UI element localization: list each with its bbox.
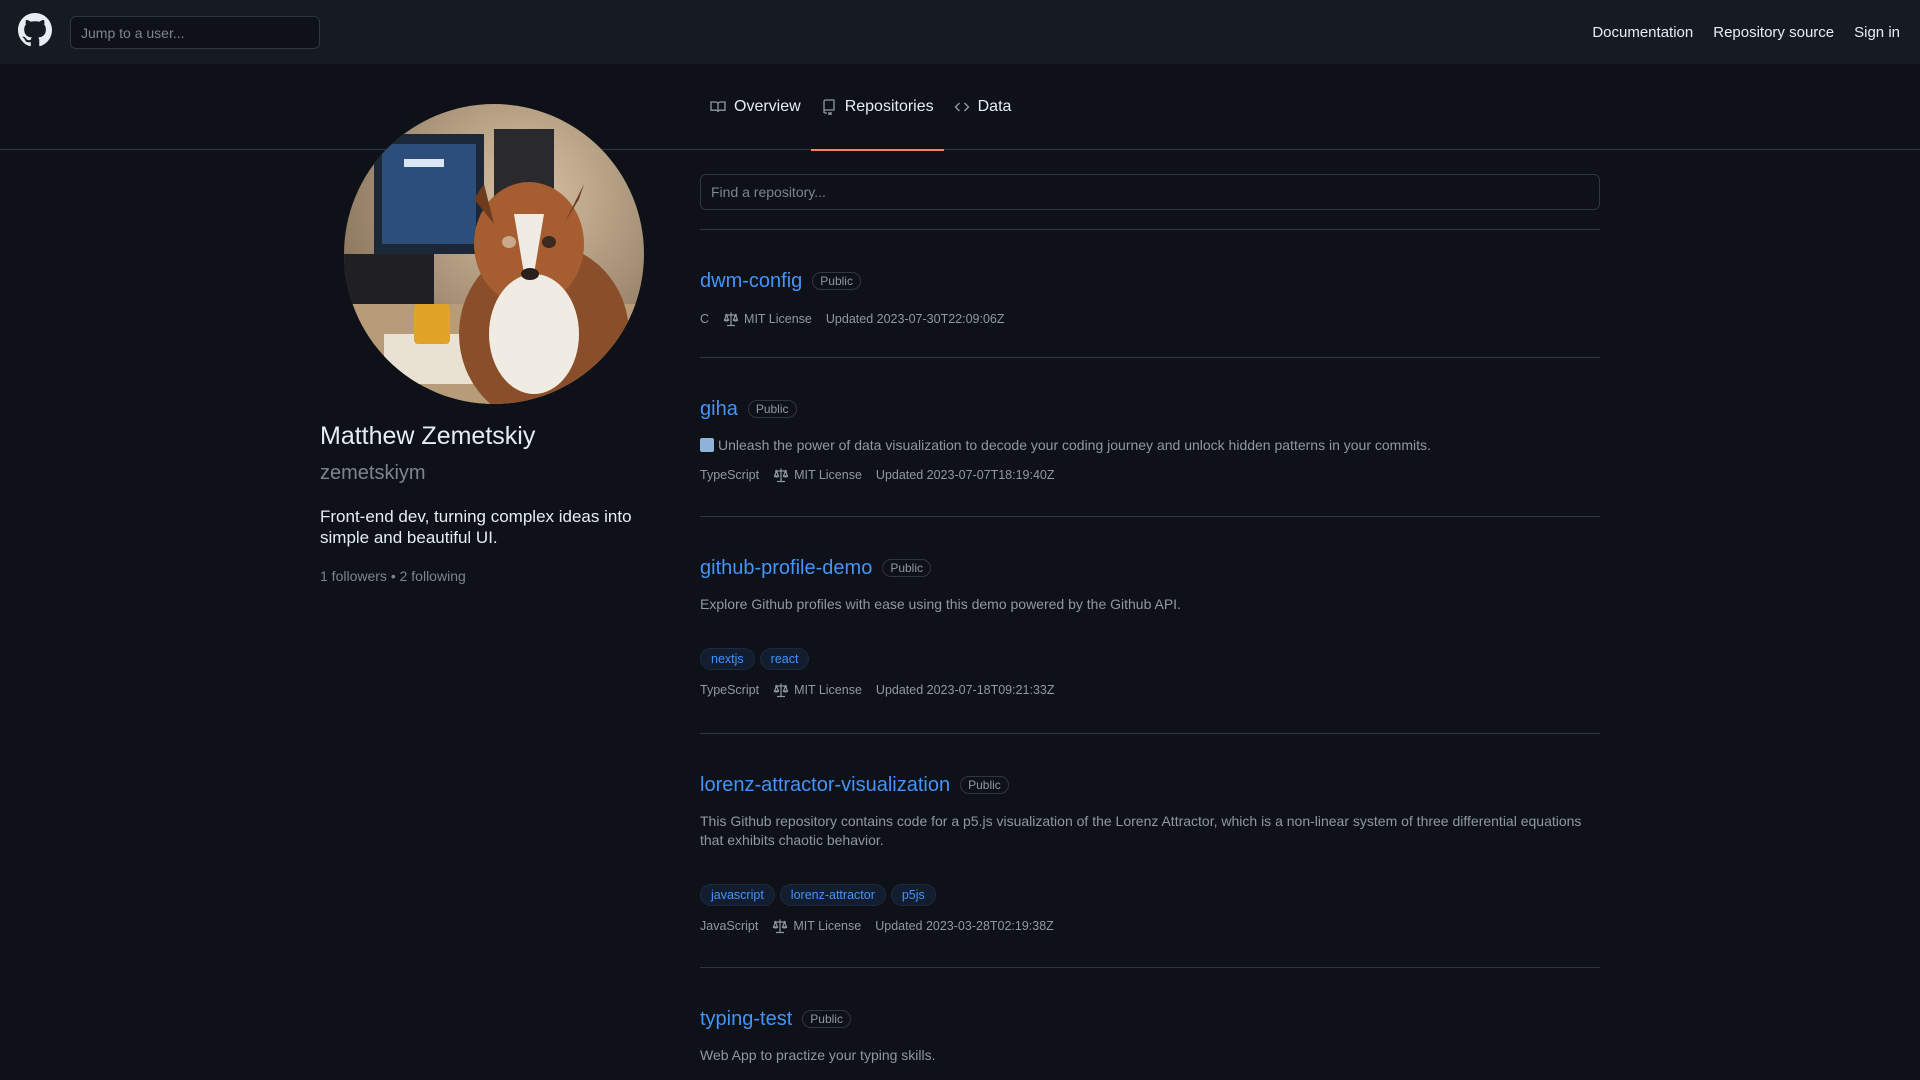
code-icon [954,102,970,112]
repo-description: Explore Github profiles with ease using … [700,596,1181,612]
topic-tag[interactable]: nextjs [700,647,755,670]
repo-name-link[interactable]: dwm-config [700,270,802,293]
visibility-badge: Public [882,559,932,577]
tab-data-label: Data [977,98,1012,115]
repo-license-label: MIT License [793,918,862,933]
top-nav: Documentation Repository source Sign in [1592,0,1900,64]
avatar-image [344,104,644,404]
repo-icon [823,99,835,115]
repo-name-link[interactable]: lorenz-attractor-visualization [700,774,950,797]
visibility-badge: Public [960,776,1009,794]
list-divider [700,733,1600,734]
repo-language: TypeScript [700,467,760,482]
repo-description: This Github repository contains code for… [700,813,1582,848]
repository-source-link[interactable]: Repository source [1713,24,1834,41]
repo-description-text: Unleash the power of data visualization … [718,437,1431,453]
repo-name-link[interactable]: github-profile-demo [700,557,872,580]
law-icon [773,468,789,482]
topic-tag[interactable]: p5js [890,883,936,906]
repo-topics: nextjs react [700,647,1600,670]
avatar [344,104,644,404]
list-divider [700,516,1600,517]
repo-license: MIT License [773,467,862,483]
profile-login: zemetskiym [320,462,426,484]
repo-language: JavaScript [700,918,759,933]
repo-description: Unleash the power of data visualization … [700,436,1600,455]
documentation-link[interactable]: Documentation [1592,24,1693,41]
repo-license: MIT License [773,682,862,698]
tabs: Overview Repositories Data [700,64,1022,151]
law-icon [773,683,789,697]
tab-overview[interactable]: Overview [700,64,811,150]
topic-tag[interactable]: lorenz-attractor [779,883,886,906]
visibility-badge: Public [747,400,797,418]
law-icon [772,919,788,933]
follow-separator: • [390,568,396,584]
visibility-badge: Public [812,272,861,290]
repo-topics: javascript lorenz-attractor p5js [700,883,1600,906]
repo-license: MIT License [772,918,861,934]
profile-name: Matthew Zemetskiy [320,422,536,450]
top-header: Documentation Repository source Sign in [0,0,1920,64]
repo-updated: Updated 2023-07-07T18:19:40Z [875,467,1055,482]
list-divider [700,229,1600,230]
profile-follow-stats: 1 followers • 2 following [320,568,466,584]
list-divider [700,357,1600,358]
followers-count[interactable]: 1 followers [320,568,387,584]
repo-language: TypeScript [700,682,760,697]
repo-description: Web App to practize your typing skills. [700,1047,936,1063]
tab-data[interactable]: Data [944,64,1022,150]
visibility-badge: Public [802,1010,851,1028]
repo-license-label: MIT License [744,312,812,326]
sign-in-link[interactable]: Sign in [1854,24,1900,41]
repo-item: github-profile-demo Public Explore Githu… [700,553,1600,698]
repo-name-link[interactable]: giha [700,398,738,421]
repo-license: MIT License [723,311,812,327]
bar-chart-emoji-icon [700,438,714,452]
repo-name-link[interactable]: typing-test [700,1008,792,1031]
repo-item: dwm-config Public C MIT License Updated … [700,266,1600,327]
book-icon [710,101,726,113]
repo-item: typing-test Public Web App to practize y… [700,1004,1600,1065]
tab-repositories[interactable]: Repositories [810,64,944,151]
repo-updated: Updated 2023-07-18T09:21:33Z [875,682,1055,697]
law-icon [723,312,739,327]
repo-license-label: MIT License [794,682,862,697]
topic-tag[interactable]: javascript [700,883,775,906]
repo-language: C [700,312,710,326]
repo-item: lorenz-attractor-visualization Public Th… [700,770,1600,934]
repo-item: giha Public Unleash the power of data vi… [700,394,1600,483]
profile-tabbar: Overview Repositories Data [0,64,1920,151]
github-mark-icon[interactable] [18,13,52,47]
topic-tag[interactable]: react [759,647,810,670]
tab-repositories-label: Repositories [844,98,934,115]
jump-to-user-input[interactable] [70,16,320,49]
repo-license-label: MIT License [794,467,862,482]
repo-updated: Updated 2023-07-30T22:09:06Z [825,312,1005,326]
following-count[interactable]: 2 following [400,568,466,584]
tab-overview-label: Overview [734,98,801,115]
repo-search-input[interactable] [700,174,1600,210]
profile-bio: Front-end dev, turning complex ideas int… [320,507,632,548]
list-divider [700,967,1600,968]
repo-updated: Updated 2023-03-28T02:19:38Z [875,918,1054,933]
